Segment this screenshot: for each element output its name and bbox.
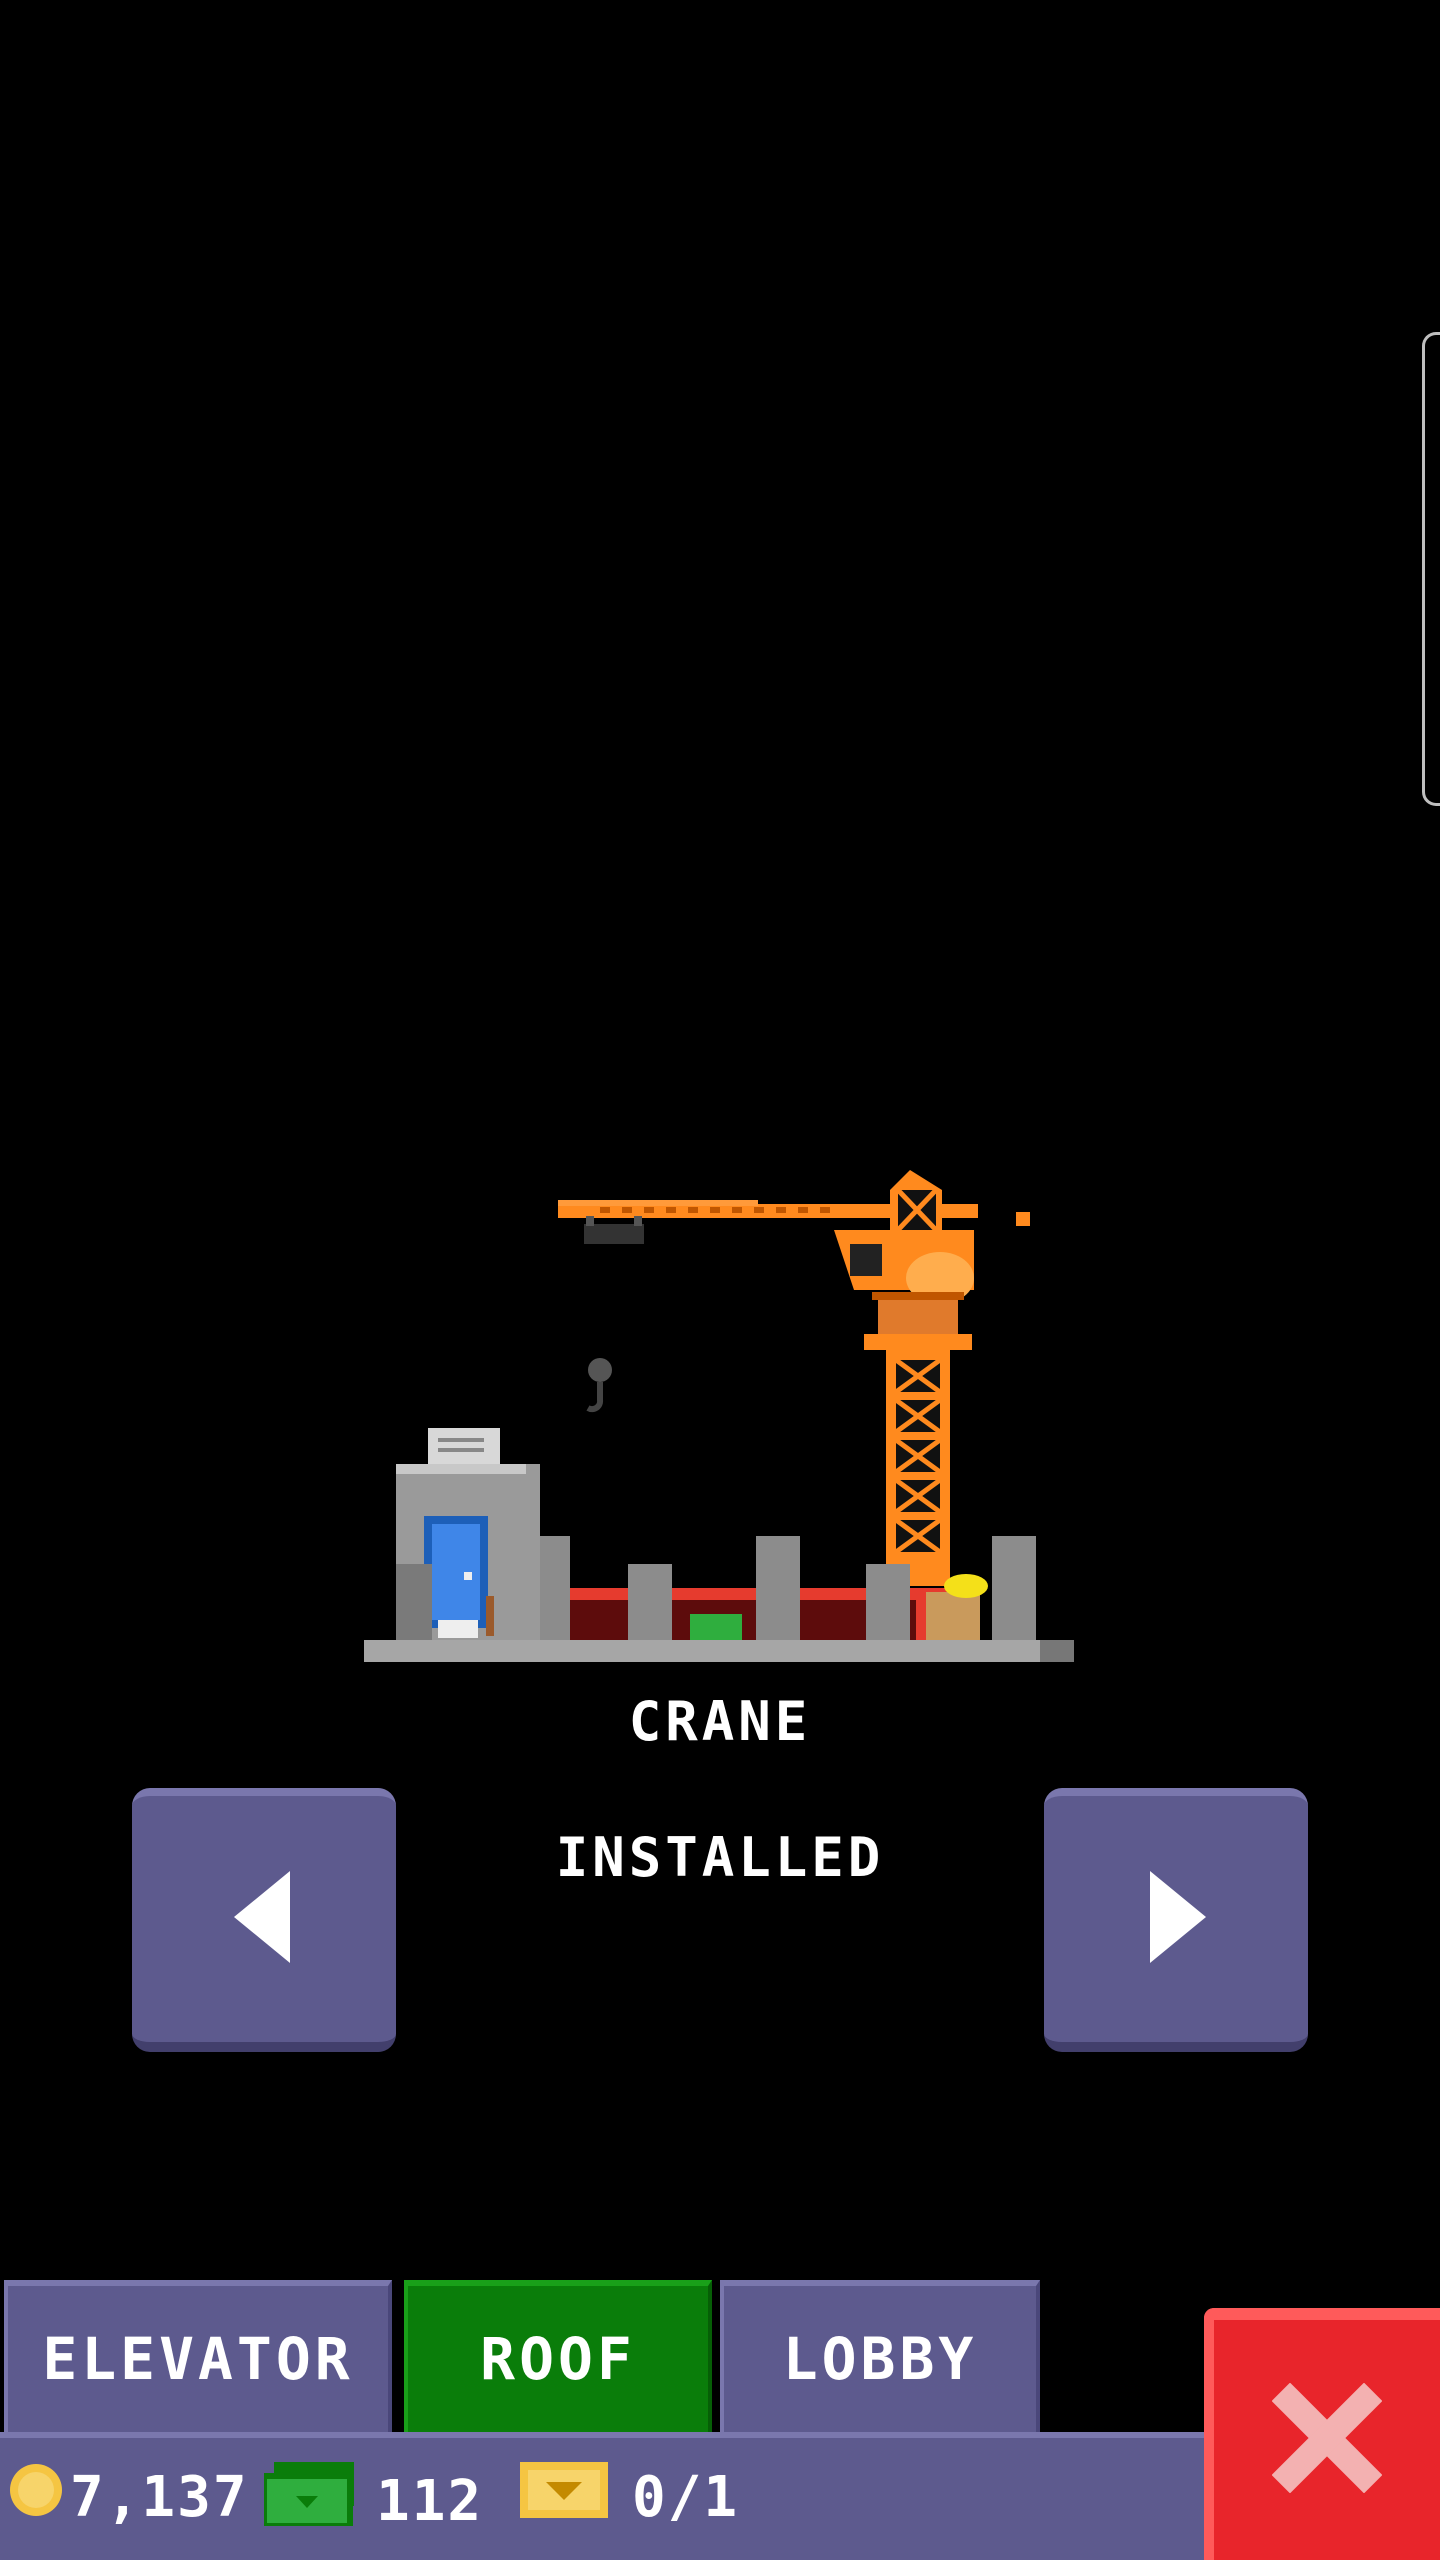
coins-value: 7,137	[70, 2464, 249, 2530]
bux-icon	[261, 2462, 356, 2540]
previous-item-button[interactable]	[132, 1788, 396, 2052]
roof-preview-scene	[360, 1160, 1080, 1670]
tickets-counter: 0/1	[520, 2462, 739, 2532]
bux-counter: 112	[261, 2462, 484, 2540]
close-button[interactable]	[1204, 2308, 1440, 2560]
tickets-value: 0/1	[632, 2464, 740, 2530]
tab-label: LOBBY	[782, 2325, 978, 2393]
ticket-icon	[520, 2462, 608, 2532]
tab-label: ROOF	[480, 2325, 636, 2393]
item-name: CRANE	[628, 1690, 812, 1753]
close-icon	[1271, 2382, 1383, 2497]
tab-label: ELEVATOR	[42, 2325, 354, 2393]
tab-lobby[interactable]: LOBBY	[720, 2280, 1040, 2432]
coin-icon	[8, 2462, 64, 2532]
tab-roof[interactable]: ROOF	[404, 2280, 712, 2432]
bux-value: 112	[376, 2468, 484, 2534]
next-item-button[interactable]	[1044, 1788, 1308, 2052]
crane-image	[558, 1170, 1030, 1586]
tab-elevator[interactable]: ELEVATOR	[4, 2280, 392, 2432]
side-drawer-handle[interactable]	[1422, 332, 1440, 806]
arrow-left-icon	[234, 1871, 294, 1967]
coins-counter: 7,137	[8, 2462, 249, 2532]
arrow-right-icon	[1146, 1871, 1206, 1967]
